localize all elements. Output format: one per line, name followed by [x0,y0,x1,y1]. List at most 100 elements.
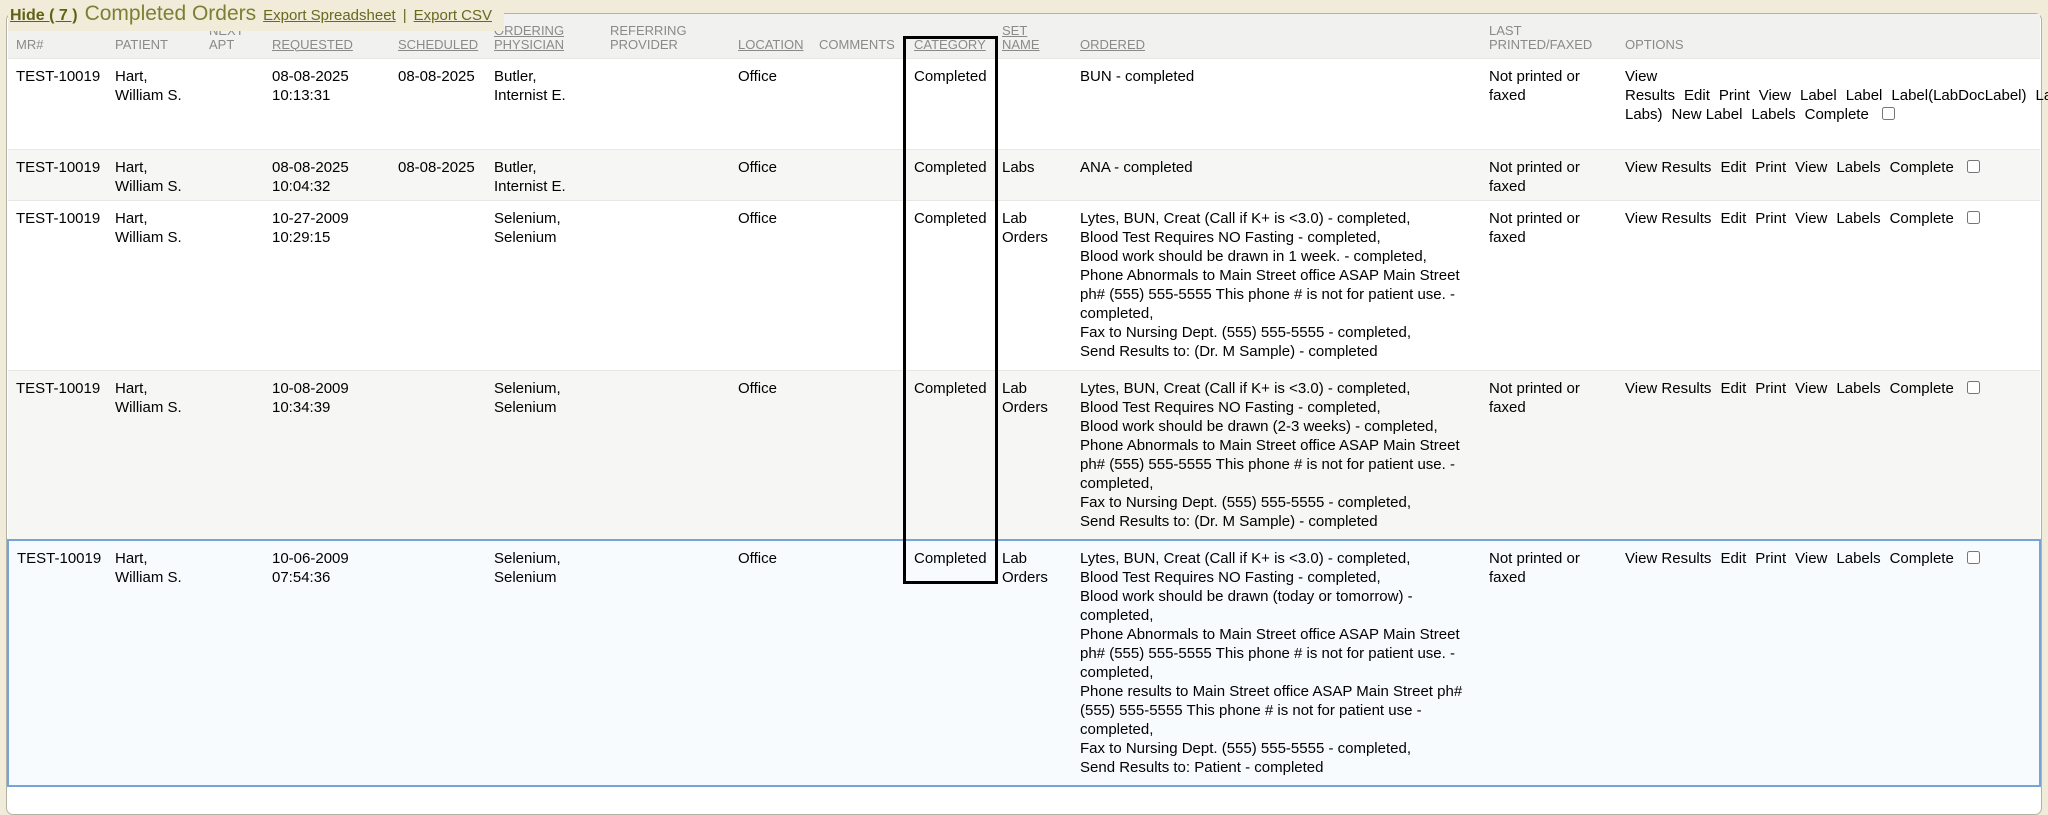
table-row: TEST-10019 Hart, William S. 08-08-2025 1… [8,58,2040,149]
col-header-set-name[interactable]: SET NAME [994,14,1072,58]
cell-options: View Results Edit Print View Labels Complete [1617,540,2040,786]
cell-category: Completed [906,370,994,540]
cell-patient: Hart, William S. [107,540,201,786]
option-new-label[interactable]: New Label [1672,106,1743,123]
option-edit[interactable]: Edit [1720,159,1746,176]
option-print[interactable]: Print [1755,159,1786,176]
cell-next-apt [201,149,264,200]
option-complete[interactable]: Complete [1890,550,1954,567]
cell-scheduled [390,540,486,786]
option-print[interactable]: Print [1755,380,1786,397]
option-view-results[interactable]: View Results [1625,159,1711,176]
cell-referring-provider [602,149,730,200]
cell-location: Office [730,149,811,200]
option-complete[interactable]: Complete [1890,159,1954,176]
col-header-location[interactable]: LOCATION [730,14,811,58]
option-complete[interactable]: Complete [1890,210,1954,227]
option-complete[interactable]: Complete [1805,106,1869,123]
option-view[interactable]: View [1795,380,1827,397]
option-labels[interactable]: Labels [1836,159,1880,176]
option-view[interactable]: View [1759,87,1791,104]
option-print[interactable]: Print [1719,87,1750,104]
legend-separator: | [403,7,407,24]
completed-orders-table: MR# PATIENT NEXT APT REQUESTED SCHEDULED… [7,14,2041,787]
cell-set-name: Lab Orders [994,370,1072,540]
complete-checkbox[interactable] [1882,107,1895,120]
cell-comments [811,58,906,149]
option-labels[interactable]: Labels [1836,210,1880,227]
option-labels[interactable]: Labels [1836,550,1880,567]
option-labels[interactable]: Labels [1751,106,1795,123]
cell-mr: TEST-10019 [8,58,107,149]
cell-comments [811,540,906,786]
cell-options: View Results Edit Print View Labels Complete [1617,200,2040,370]
cell-requested: 10-27-2009 10:29:15 [264,200,390,370]
cell-ordering-physician: Selenium, Selenium [486,540,602,786]
option-label-labdoclabel[interactable]: Label(LabDocLabel) [1891,87,2026,104]
cell-next-apt [201,370,264,540]
cell-next-apt [201,200,264,370]
option-edit[interactable]: Edit [1684,87,1710,104]
page-title: Completed Orders [85,2,257,26]
cell-scheduled [390,200,486,370]
export-csv-link[interactable]: Export CSV [414,7,492,24]
cell-comments [811,149,906,200]
cell-mr: TEST-10019 [8,149,107,200]
option-view[interactable]: View [1795,210,1827,227]
col-header-comments: COMMENTS [811,14,906,58]
cell-ordering-physician: Selenium, Selenium [486,200,602,370]
complete-checkbox[interactable] [1967,381,1980,394]
export-spreadsheet-link[interactable]: Export Spreadsheet [263,7,396,24]
cell-mr: TEST-10019 [8,370,107,540]
cell-requested: 10-06-2009 07:54:36 [264,540,390,786]
complete-checkbox[interactable] [1967,160,1980,173]
option-print[interactable]: Print [1755,550,1786,567]
cell-ordered: BUN - completed [1072,58,1481,149]
cell-ordering-physician: Butler, Internist E. [486,149,602,200]
table-row: TEST-10019 Hart, William S. 10-27-2009 1… [8,200,2040,370]
table-row-highlighted: TEST-10019 Hart, William S. 10-06-2009 0… [8,540,2040,786]
cell-set-name: Lab Orders [994,540,1072,786]
option-labels[interactable]: Labels [1836,380,1880,397]
option-edit[interactable]: Edit [1720,380,1746,397]
cell-patient: Hart, William S. [107,149,201,200]
option-view-results[interactable]: View Results [1625,68,1675,104]
cell-location: Office [730,540,811,786]
cell-referring-provider [602,540,730,786]
option-label[interactable]: Label [1846,87,1883,104]
option-view[interactable]: View [1795,550,1827,567]
hide-toggle-link[interactable]: Hide ( 7 ) [10,7,78,25]
cell-scheduled [390,370,486,540]
cell-ordered: Lytes, BUN, Creat (Call if K+ is <3.0) -… [1072,370,1481,540]
col-header-ordered[interactable]: ORDERED [1072,14,1481,58]
cell-ordering-physician: Butler, Internist E. [486,58,602,149]
cell-patient: Hart, William S. [107,200,201,370]
cell-comments [811,370,906,540]
table-row: TEST-10019 Hart, William S. 08-08-2025 1… [8,149,2040,200]
cell-requested: 08-08-2025 10:04:32 [264,149,390,200]
cell-last-printed-faxed: Not printed or faxed [1481,370,1617,540]
cell-referring-provider [602,200,730,370]
option-complete[interactable]: Complete [1890,380,1954,397]
cell-last-printed-faxed: Not printed or faxed [1481,540,1617,786]
cell-next-apt [201,540,264,786]
col-header-category[interactable]: CATEGORY [906,14,994,58]
option-label[interactable]: Label [1800,87,1837,104]
option-edit[interactable]: Edit [1720,210,1746,227]
cell-set-name: Labs [994,149,1072,200]
col-header-last-printed-faxed: LAST PRINTED/FAXED [1481,14,1617,58]
option-view-results[interactable]: View Results [1625,210,1711,227]
completed-orders-panel: MR# PATIENT NEXT APT REQUESTED SCHEDULED… [6,13,2042,815]
cell-location: Office [730,370,811,540]
complete-checkbox[interactable] [1967,551,1980,564]
cell-requested: 10-08-2009 10:34:39 [264,370,390,540]
option-print[interactable]: Print [1755,210,1786,227]
cell-category: Completed [906,540,994,786]
complete-checkbox[interactable] [1967,211,1980,224]
option-view[interactable]: View [1795,159,1827,176]
cell-scheduled: 08-08-2025 [390,58,486,149]
option-edit[interactable]: Edit [1720,550,1746,567]
option-view-results[interactable]: View Results [1625,550,1711,567]
option-view-results[interactable]: View Results [1625,380,1711,397]
col-header-options: OPTIONS [1617,14,2040,58]
